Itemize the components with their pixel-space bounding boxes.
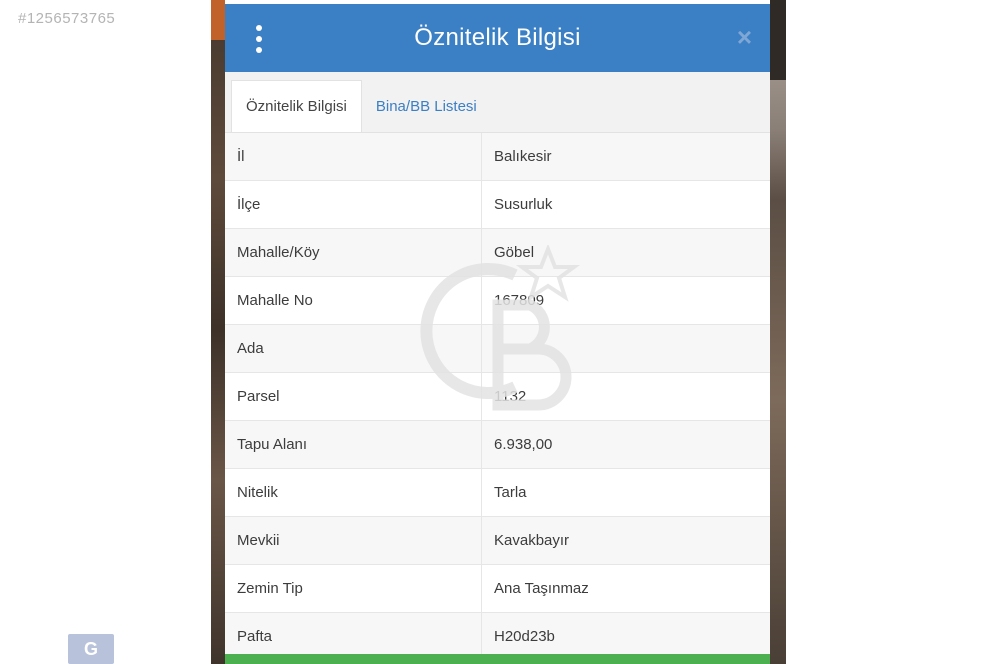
row-key: Tapu Alanı: [225, 421, 482, 468]
tab-building-list[interactable]: Bina/BB Listesi: [362, 80, 491, 132]
row-key: Zemin Tip: [225, 565, 482, 612]
row-key: Nitelik: [225, 469, 482, 516]
map-background-right: [770, 0, 786, 664]
table-row: Mahalle No 167809: [225, 277, 770, 325]
row-key: Mahalle No: [225, 277, 482, 324]
row-value: Balıkesir: [494, 148, 552, 165]
tab-bar: Öznitelik Bilgisi Bina/BB Listesi: [225, 72, 770, 133]
listing-id: #1256573765: [18, 10, 116, 27]
dialog-header: Öznitelik Bilgisi ×: [225, 4, 770, 72]
attribute-table: İl Balıkesir İlçe Susurluk Mahalle/Köy G…: [225, 133, 770, 661]
row-key: Ada: [225, 325, 482, 372]
row-key: Mevkii: [225, 517, 482, 564]
row-key: Parsel: [225, 373, 482, 420]
row-value: 1132: [494, 388, 527, 405]
dialog-title: Öznitelik Bilgisi: [414, 24, 581, 51]
watermark-logo-small: G: [68, 634, 114, 664]
table-row: İl Balıkesir: [225, 133, 770, 181]
row-value: Tarla: [494, 484, 527, 501]
table-row: Tapu Alanı 6.938,00: [225, 421, 770, 469]
table-row: İlçe Susurluk: [225, 181, 770, 229]
row-value: 167809: [494, 292, 545, 309]
table-row: Mevkii Kavakbayır: [225, 517, 770, 565]
row-value: Göbel: [494, 244, 535, 261]
row-key: İl: [225, 133, 482, 180]
row-value: [482, 325, 770, 372]
attribute-info-dialog: Öznitelik Bilgisi × Öznitelik Bilgisi Bi…: [225, 4, 770, 664]
map-background-left: [211, 0, 225, 664]
table-row: Mahalle/Köy Göbel: [225, 229, 770, 277]
vertical-dots-icon[interactable]: [251, 25, 267, 53]
row-value: Kavakbayır: [494, 532, 570, 549]
row-value: 6.938,00: [494, 436, 553, 453]
table-row: Zemin Tip Ana Taşınmaz: [225, 565, 770, 613]
row-key: Mahalle/Köy: [225, 229, 482, 276]
tab-attribute-info[interactable]: Öznitelik Bilgisi: [231, 80, 362, 132]
row-value: Ana Taşınmaz: [494, 580, 589, 597]
table-row: Ada: [225, 325, 770, 373]
row-key: İlçe: [225, 181, 482, 228]
row-value: Susurluk: [494, 196, 553, 213]
row-value: H20d23b: [494, 628, 555, 645]
close-icon[interactable]: ×: [737, 24, 752, 50]
table-row: Parsel 1132: [225, 373, 770, 421]
table-row: Nitelik Tarla: [225, 469, 770, 517]
row-key: Pafta: [225, 613, 482, 660]
footer-action-bar[interactable]: [225, 654, 770, 664]
